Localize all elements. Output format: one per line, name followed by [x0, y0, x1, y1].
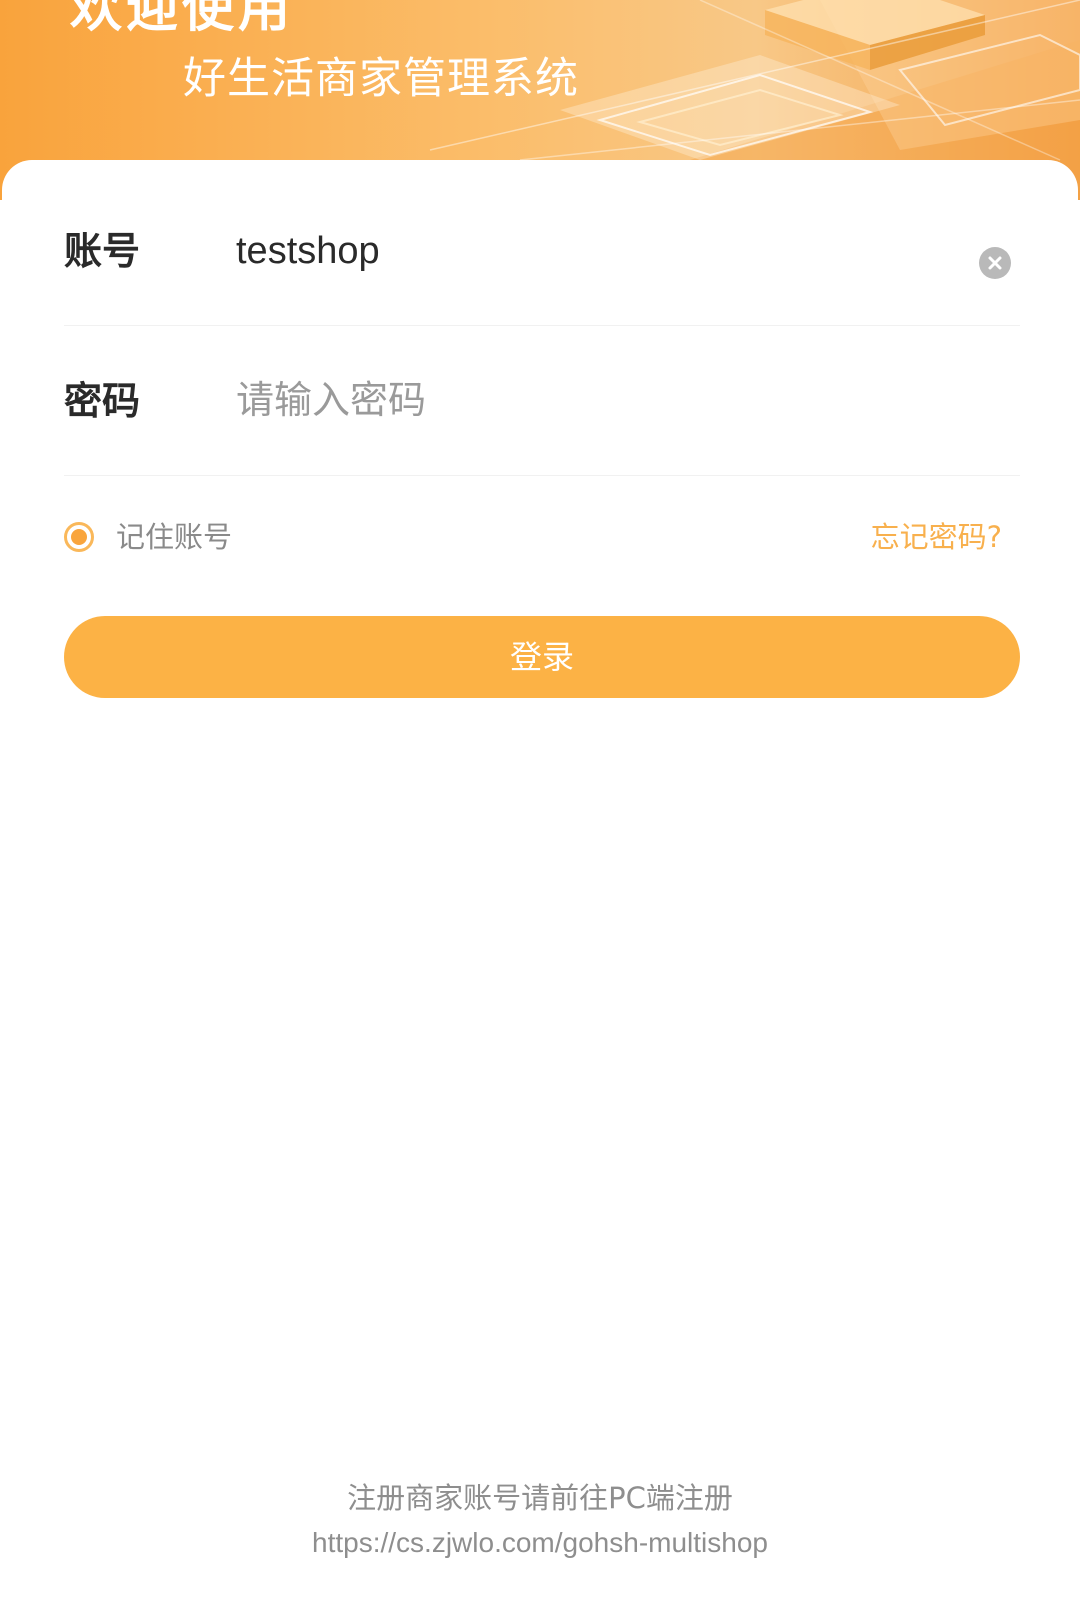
account-input[interactable] [236, 224, 936, 278]
system-subtitle: 好生活商家管理系统 [183, 54, 579, 104]
password-label: 密码 [64, 379, 141, 423]
radio-checked-icon[interactable] [64, 522, 94, 552]
register-note: 注册商家账号请前往PC端注册 [347, 1481, 733, 1515]
login-button[interactable]: 登录 [64, 616, 1020, 698]
forgot-password-link[interactable]: 忘记密码? [871, 515, 1002, 559]
password-input[interactable] [236, 374, 936, 428]
welcome-title: 欢迎使用 [70, 0, 295, 39]
account-label: 账号 [64, 229, 141, 273]
register-url: https://cs.zjwlo.com/gohsh-multishop [312, 1527, 768, 1558]
account-field-row: 账号 [64, 176, 1020, 326]
password-field-row: 密码 [64, 326, 1020, 476]
remember-account-label: 记住账号 [116, 520, 233, 554]
clear-icon[interactable] [979, 247, 1011, 279]
